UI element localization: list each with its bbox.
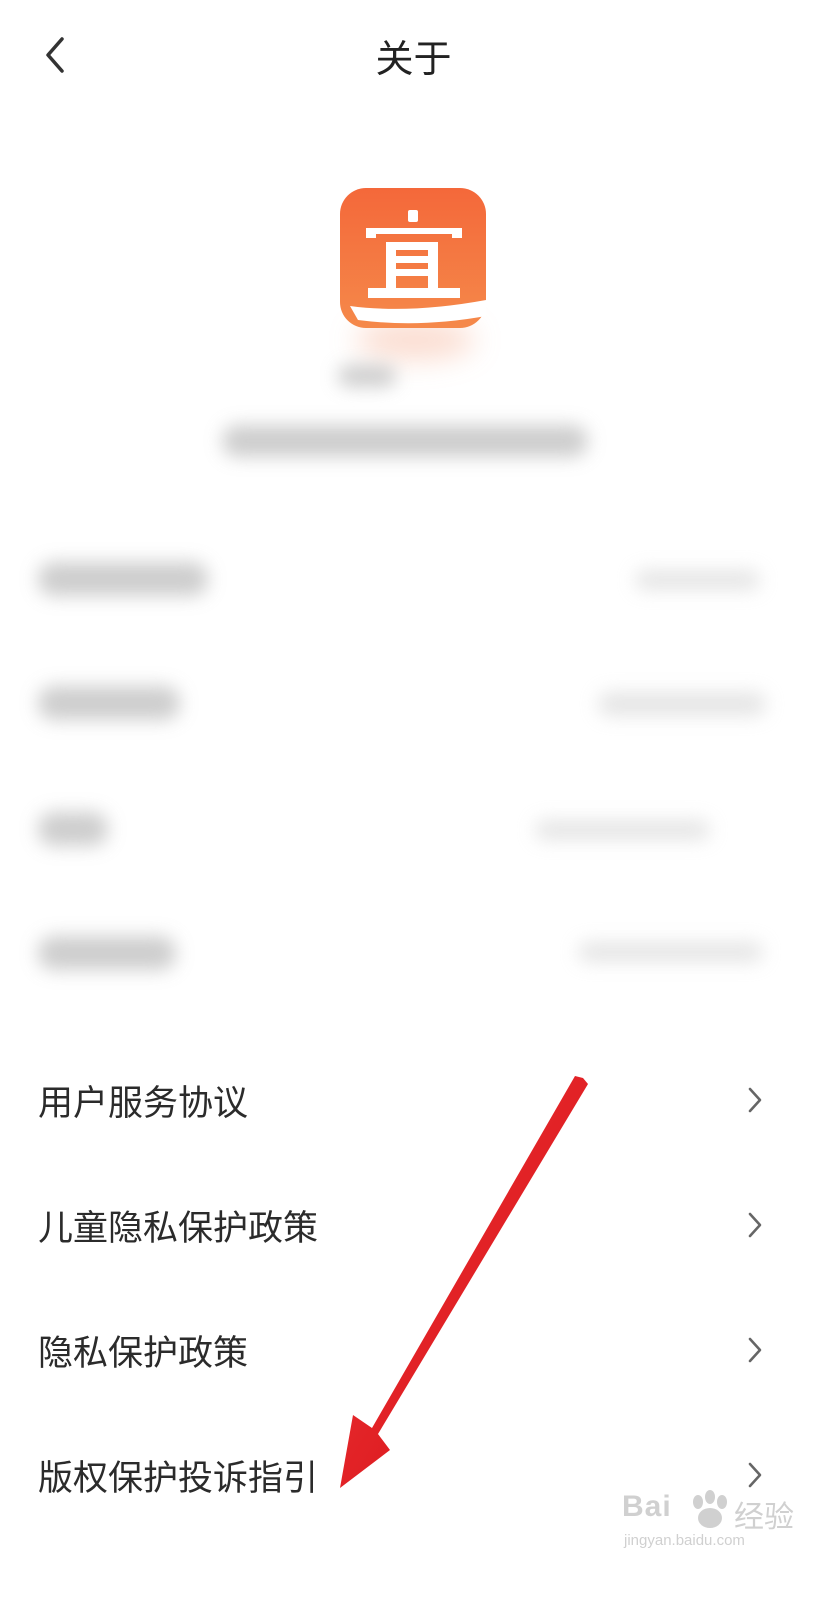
menu-item-label: 用户服务协议: [38, 1083, 249, 1124]
blurred-app-description: [222, 425, 588, 457]
watermark-brand: Bai: [622, 1490, 672, 1523]
blurred-row-value-4: [578, 942, 763, 962]
blurred-row-value-1: [635, 570, 760, 590]
chevron-right-icon: [741, 1211, 769, 1239]
menu-item-child-privacy[interactable]: 儿童隐私保护政策: [0, 1165, 827, 1285]
blurred-row-value-2: [598, 692, 766, 716]
blurred-app-name: [338, 365, 396, 387]
blurred-row-label-3: [38, 812, 108, 846]
menu-item-label: 儿童隐私保护政策: [38, 1208, 319, 1249]
app-logo-icon: [340, 188, 490, 336]
page-title: 关于: [375, 37, 452, 81]
menu-item-user-agreement[interactable]: 用户服务协议: [0, 1040, 827, 1160]
baidu-jingyan-watermark: Bai 经验 jingyan.baidu.com: [622, 1490, 802, 1560]
watermark-url: jingyan.baidu.com: [624, 1532, 745, 1549]
blurred-row-label-2: [38, 686, 180, 720]
menu-item-privacy-policy[interactable]: 隐私保护政策: [0, 1290, 827, 1410]
blurred-row-label-1: [38, 562, 208, 596]
chevron-right-icon: [741, 1336, 769, 1364]
menu-item-label: 隐私保护政策: [38, 1333, 249, 1374]
watermark-suffix: 经验: [734, 1500, 794, 1535]
menu-item-label: 版权保护投诉指引: [38, 1458, 319, 1499]
paw-icon: [693, 1490, 727, 1528]
header-bar: 关于: [0, 0, 827, 110]
blurred-row-value-3: [535, 820, 710, 840]
chevron-right-icon: [741, 1461, 769, 1489]
blurred-row-label-4: [38, 936, 176, 970]
chevron-right-icon: [741, 1086, 769, 1114]
